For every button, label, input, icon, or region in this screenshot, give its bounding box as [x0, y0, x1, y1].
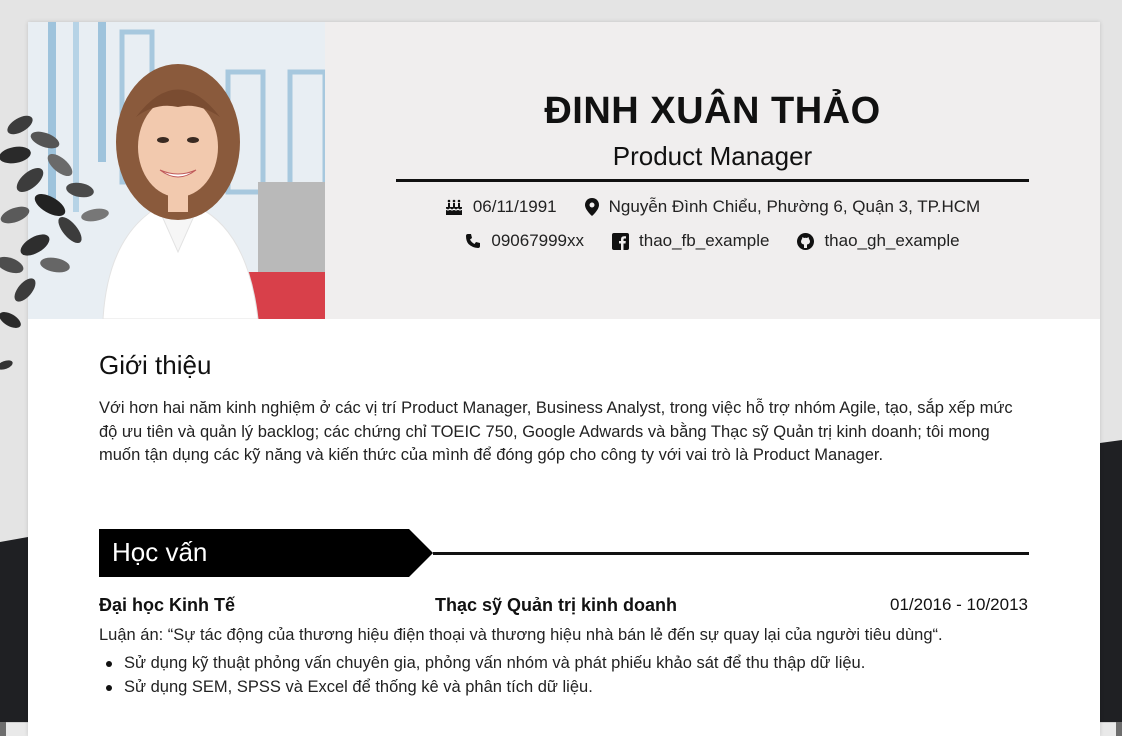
contact-birthday: 06/11/1991 [445, 197, 557, 217]
birthday-cake-icon [445, 198, 473, 216]
birthday-value: 06/11/1991 [472, 197, 557, 216]
phone-icon [465, 233, 491, 249]
contact-row: 06/11/1991 Nguyễn Đình Chiểu, Phường 6, … [325, 197, 1100, 217]
github-icon [797, 232, 824, 250]
education-thesis: Luận án: “Sự tác động của thương hiệu đi… [99, 626, 943, 644]
banner-divider [433, 552, 1029, 555]
contact-facebook: thao_fb_example [612, 231, 769, 251]
facebook-value: thao_fb_example [639, 231, 770, 250]
contact-row: 09067999xx thao_fb_example thao_gh_examp… [325, 231, 1100, 251]
address-value: Nguyễn Đình Chiểu, Phường 6, Quận 3, TP.… [608, 197, 981, 216]
resume-page: ĐINH XUÂN THẢO Product Manager 06/11/199… [28, 22, 1100, 736]
header-divider [396, 179, 1029, 182]
section-title-about: Giới thiệu [99, 350, 212, 380]
map-pin-icon [584, 198, 609, 216]
education-degree: Thạc sỹ Quản trị kinh doanh [435, 595, 678, 615]
contact-github: thao_gh_example [797, 231, 960, 251]
profile-photo [28, 22, 325, 319]
candidate-title: Product Manager [612, 141, 813, 171]
resume-header: ĐINH XUÂN THẢO Product Manager 06/11/199… [28, 22, 1100, 319]
education-school: Đại học Kinh Tế [99, 595, 236, 615]
github-value: thao_gh_example [824, 231, 960, 250]
list-item: Sử dụng kỹ thuật phỏng vấn chuyên gia, p… [106, 651, 1024, 675]
about-text: Với hơn hai năm kinh nghiệm ở các vị trí… [99, 399, 1013, 464]
candidate-name: ĐINH XUÂN THẢO [544, 90, 881, 132]
section-banner-education: Học vấn [99, 529, 1029, 577]
section-title-education: Học vấn [112, 537, 208, 567]
contact-address: Nguyễn Đình Chiểu, Phường 6, Quận 3, TP.… [584, 197, 981, 217]
contact-phone: 09067999xx [465, 231, 584, 251]
list-item: Sử dụng SEM, SPSS và Excel để thống kê v… [106, 675, 1024, 699]
phone-value: 09067999xx [491, 231, 585, 250]
education-period: 01/2016 - 10/2013 [889, 595, 1028, 614]
facebook-icon [612, 232, 639, 250]
education-bullets: Sử dụng kỹ thuật phỏng vấn chuyên gia, p… [106, 651, 1024, 699]
